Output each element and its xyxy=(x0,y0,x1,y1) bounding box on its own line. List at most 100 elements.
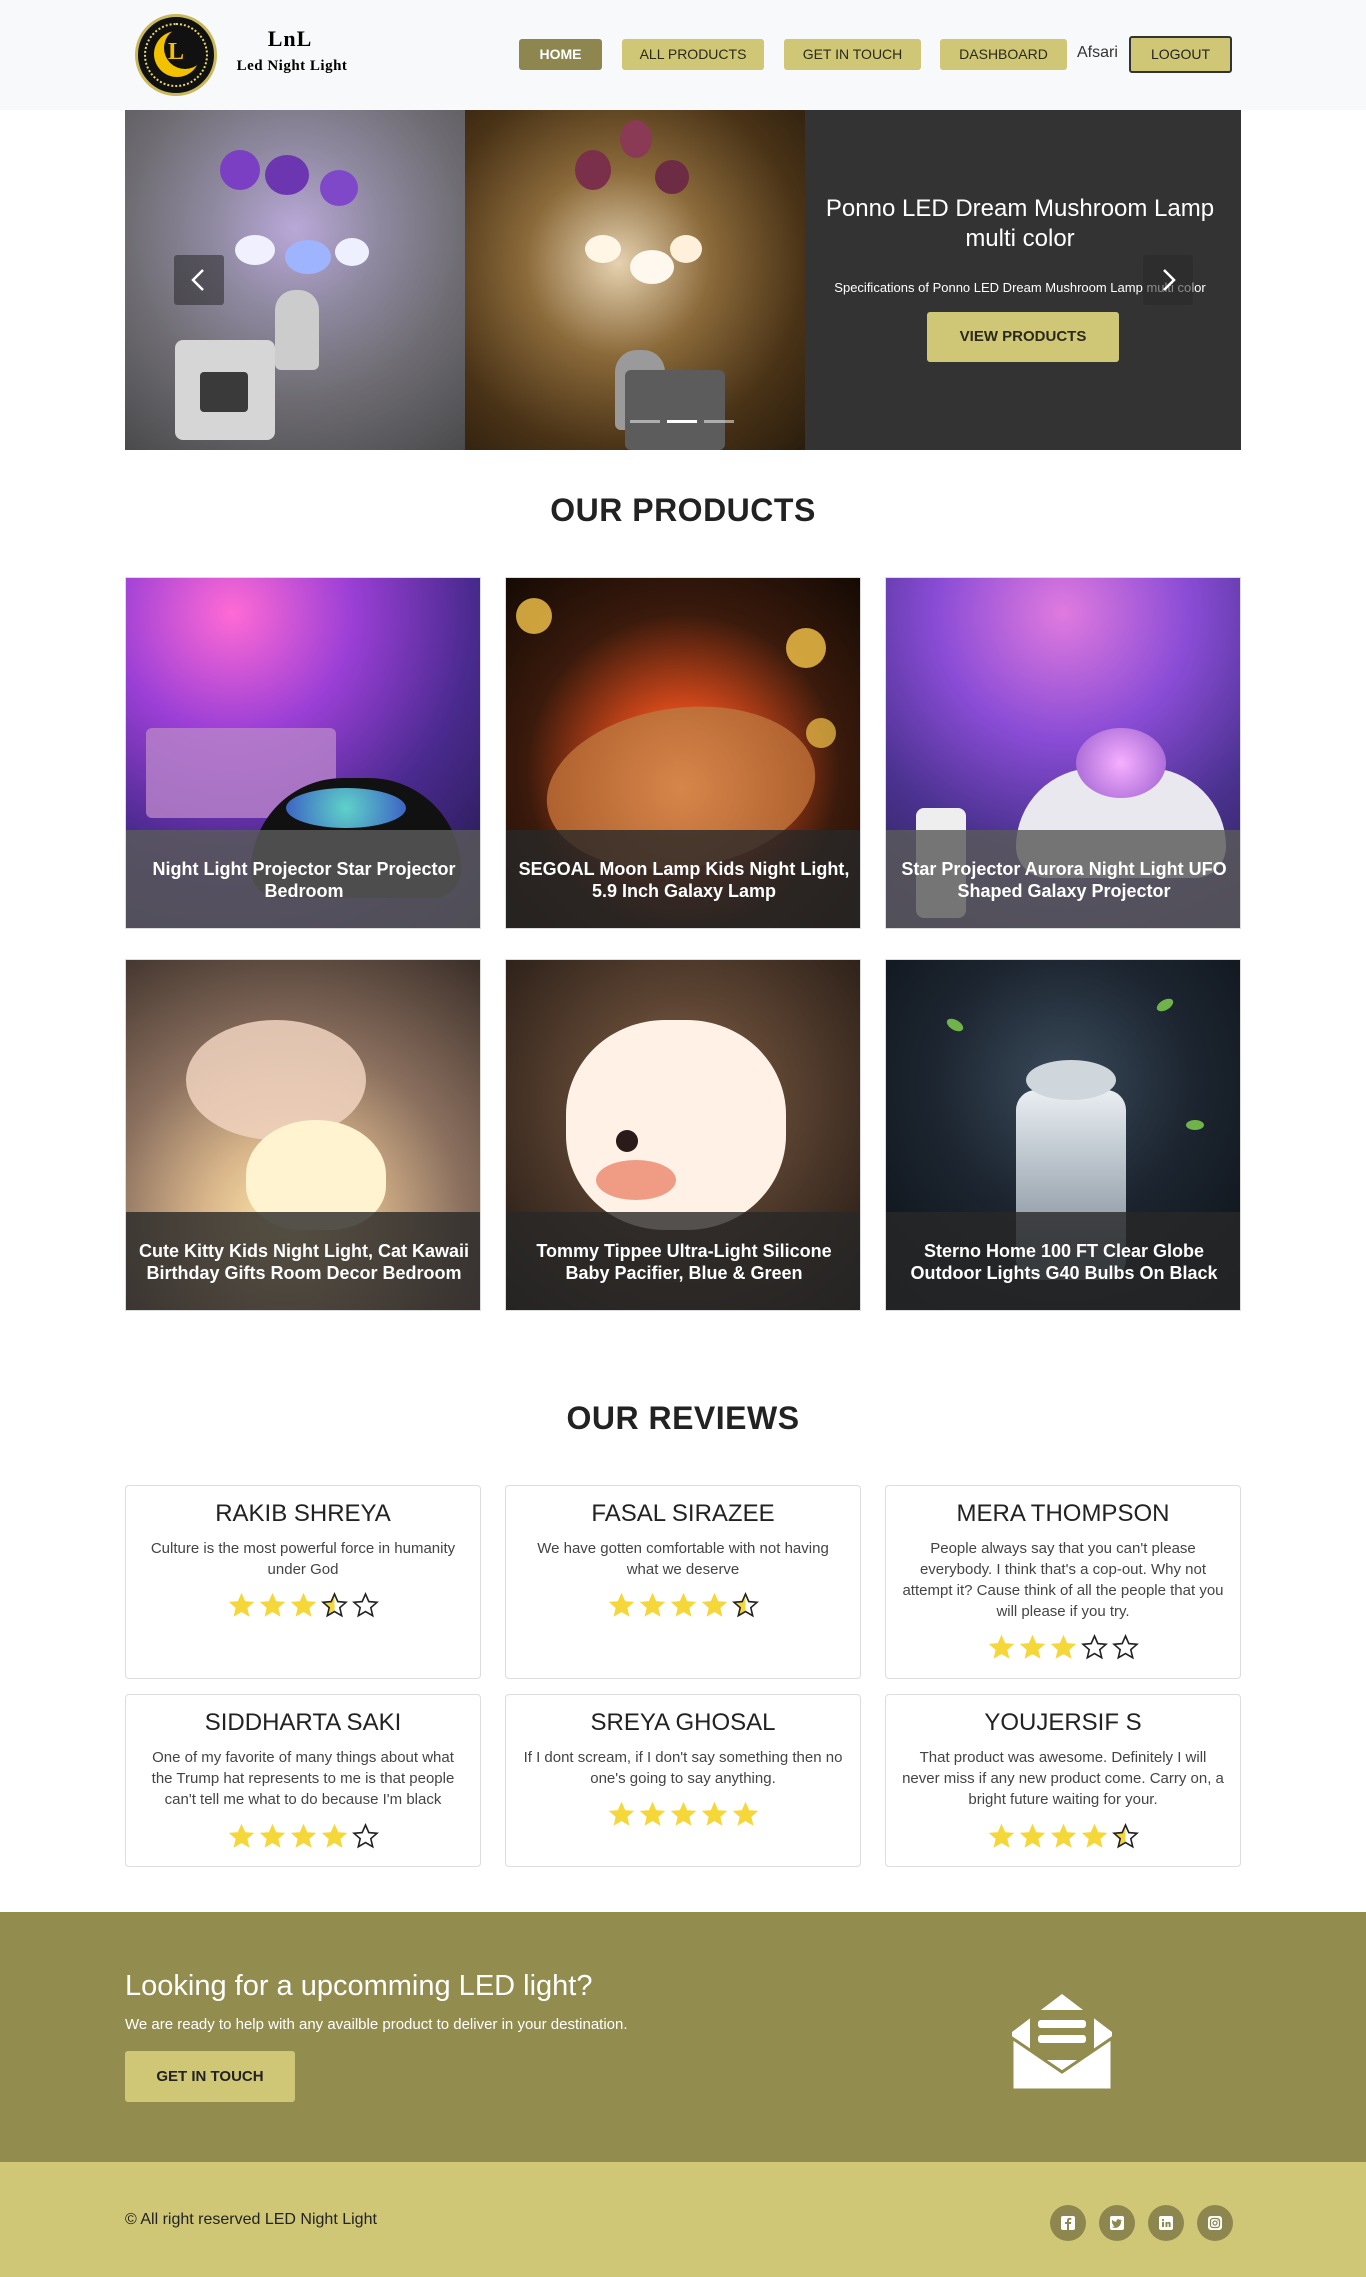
product-card[interactable]: Tommy Tippee Ultra-Light Silicone Baby P… xyxy=(505,959,861,1311)
star-full-icon xyxy=(1019,1634,1045,1659)
view-products-button[interactable]: VIEW PRODUCTS xyxy=(927,312,1119,362)
carousel-image-mushroom-lamp-center xyxy=(465,110,805,450)
carousel-next-button[interactable] xyxy=(1143,255,1193,305)
star-full-icon xyxy=(290,1592,316,1617)
star-full-icon xyxy=(701,1592,727,1617)
footer-copyright: © All right reserved LED Night Light xyxy=(125,2211,377,2228)
star-full-icon xyxy=(228,1592,254,1617)
nav-home-button[interactable]: HOME xyxy=(519,39,602,70)
star-full-icon xyxy=(988,1634,1014,1659)
review-text: One of my favorite of many things about … xyxy=(151,1749,455,1808)
review-text: We have gotten comfortable with not havi… xyxy=(537,1540,829,1578)
star-full-icon xyxy=(1050,1823,1076,1848)
logo-letter: L xyxy=(167,39,184,65)
review-card: SREYA GHOSAL If I dont scream, if I don'… xyxy=(505,1694,861,1867)
review-name: FASAL SIRAZEE xyxy=(591,1500,775,1527)
cta-text: We are ready to help with any availble p… xyxy=(125,2016,628,2033)
star-full-icon xyxy=(608,1801,634,1826)
star-half-icon xyxy=(731,1592,759,1618)
review-rating xyxy=(126,1592,480,1624)
star-full-icon xyxy=(732,1801,758,1826)
star-full-icon xyxy=(259,1592,285,1617)
nav-all-products-button[interactable]: ALL PRODUCTS xyxy=(622,39,764,70)
product-card[interactable]: Star Projector Aurora Night Light UFO Sh… xyxy=(885,577,1241,929)
product-name: Cute Kitty Kids Night Light, Cat Kawaii … xyxy=(138,1241,469,1283)
review-card: SIDDHARTA SAKI One of my favorite of man… xyxy=(125,1694,481,1867)
star-full-icon xyxy=(670,1592,696,1617)
carousel-title: Ponno LED Dream Mushroom Lamp multi colo… xyxy=(825,195,1215,252)
linkedin-icon xyxy=(1159,2216,1173,2230)
product-overlay: SEGOAL Moon Lamp Kids Night Light, 5.9 I… xyxy=(506,830,860,928)
hero-carousel: Ponno LED Dream Mushroom Lamp multi colo… xyxy=(125,110,1241,450)
carousel-indicator-2[interactable] xyxy=(667,420,697,423)
star-full-icon xyxy=(988,1823,1014,1848)
review-name: RAKIB SHREYA xyxy=(215,1500,391,1527)
review-name: YOUJERSIF S xyxy=(984,1709,1142,1736)
review-text: If I dont scream, if I don't say somethi… xyxy=(523,1749,843,1787)
review-card: RAKIB SHREYA Culture is the most powerfu… xyxy=(125,1485,481,1679)
review-name: SREYA GHOSAL xyxy=(590,1709,776,1736)
star-full-icon xyxy=(608,1592,634,1617)
facebook-icon xyxy=(1061,2216,1075,2230)
products-section-title: OUR PRODUCTS xyxy=(550,492,816,528)
twitter-link[interactable] xyxy=(1099,2205,1135,2241)
review-name: MERA THOMPSON xyxy=(956,1500,1170,1527)
star-full-icon xyxy=(321,1823,347,1848)
review-card: MERA THOMPSON People always say that you… xyxy=(885,1485,1241,1679)
logo-icon[interactable]: L xyxy=(135,14,217,96)
star-full-icon xyxy=(259,1823,285,1848)
review-card: FASAL SIRAZEE We have gotten comfortable… xyxy=(505,1485,861,1679)
brand-short-name[interactable]: LnL xyxy=(262,26,318,52)
star-full-icon xyxy=(1081,1823,1107,1848)
chevron-right-icon xyxy=(1163,269,1176,291)
nav-user-name: Afsari xyxy=(1077,44,1118,61)
star-empty-icon xyxy=(1080,1634,1108,1660)
star-empty-icon xyxy=(1111,1634,1139,1660)
carousel-indicator-3[interactable] xyxy=(704,420,734,423)
review-text: That product was awesome. Definitely I w… xyxy=(902,1749,1224,1808)
product-overlay: Night Light Projector Star Projector Bed… xyxy=(126,830,480,928)
star-full-icon xyxy=(290,1823,316,1848)
product-card[interactable]: Sterno Home 100 FT Clear Globe Outdoor L… xyxy=(885,959,1241,1311)
review-card: YOUJERSIF S That product was awesome. De… xyxy=(885,1694,1241,1867)
product-name: Tommy Tippee Ultra-Light Silicone Baby P… xyxy=(536,1241,832,1283)
review-text: Culture is the most powerful force in hu… xyxy=(150,1540,456,1578)
site-footer: © All right reserved LED Night Light xyxy=(0,2162,1366,2277)
logout-button[interactable]: LOGOUT xyxy=(1129,36,1232,73)
facebook-link[interactable] xyxy=(1050,2205,1086,2241)
product-card[interactable]: Night Light Projector Star Projector Bed… xyxy=(125,577,481,929)
product-overlay: Cute Kitty Kids Night Light, Cat Kawaii … xyxy=(126,1212,480,1310)
carousel-prev-button[interactable] xyxy=(174,255,224,305)
twitter-icon xyxy=(1110,2216,1124,2230)
review-rating xyxy=(506,1801,860,1833)
product-name: Night Light Projector Star Projector Bed… xyxy=(152,859,456,901)
star-full-icon xyxy=(639,1801,665,1826)
product-overlay: Star Projector Aurora Night Light UFO Sh… xyxy=(886,830,1240,928)
product-card[interactable]: SEGOAL Moon Lamp Kids Night Light, 5.9 I… xyxy=(505,577,861,929)
product-overlay: Tommy Tippee Ultra-Light Silicone Baby P… xyxy=(506,1212,860,1310)
star-half-icon xyxy=(1111,1823,1139,1849)
review-rating xyxy=(886,1823,1240,1855)
chevron-left-icon xyxy=(191,269,204,291)
star-half-icon xyxy=(320,1592,348,1618)
brand-full-name[interactable]: Led Night Light xyxy=(228,58,356,75)
instagram-link[interactable] xyxy=(1197,2205,1233,2241)
cta-title: Looking for a upcomming LED light? xyxy=(125,1970,593,2002)
carousel-indicator-1[interactable] xyxy=(630,420,660,423)
linkedin-link[interactable] xyxy=(1148,2205,1184,2241)
star-full-icon xyxy=(1019,1823,1045,1848)
nav-get-in-touch-button[interactable]: GET IN TOUCH xyxy=(784,39,921,70)
envelope-open-text-icon xyxy=(1010,1994,1114,2092)
instagram-icon xyxy=(1208,2216,1222,2230)
product-name: Star Projector Aurora Night Light UFO Sh… xyxy=(901,859,1227,901)
star-full-icon xyxy=(639,1592,665,1617)
site-header: L LnL Led Night Light HOME ALL PRODUCTS … xyxy=(0,0,1366,110)
star-empty-icon xyxy=(351,1823,379,1849)
cta-get-in-touch-button[interactable]: GET IN TOUCH xyxy=(125,2051,295,2102)
review-name: SIDDHARTA SAKI xyxy=(204,1709,402,1736)
review-rating xyxy=(126,1823,480,1855)
star-full-icon xyxy=(670,1801,696,1826)
nav-dashboard-button[interactable]: DASHBOARD xyxy=(940,39,1067,70)
product-name: SEGOAL Moon Lamp Kids Night Light, 5.9 I… xyxy=(518,859,850,901)
product-card[interactable]: Cute Kitty Kids Night Light, Cat Kawaii … xyxy=(125,959,481,1311)
